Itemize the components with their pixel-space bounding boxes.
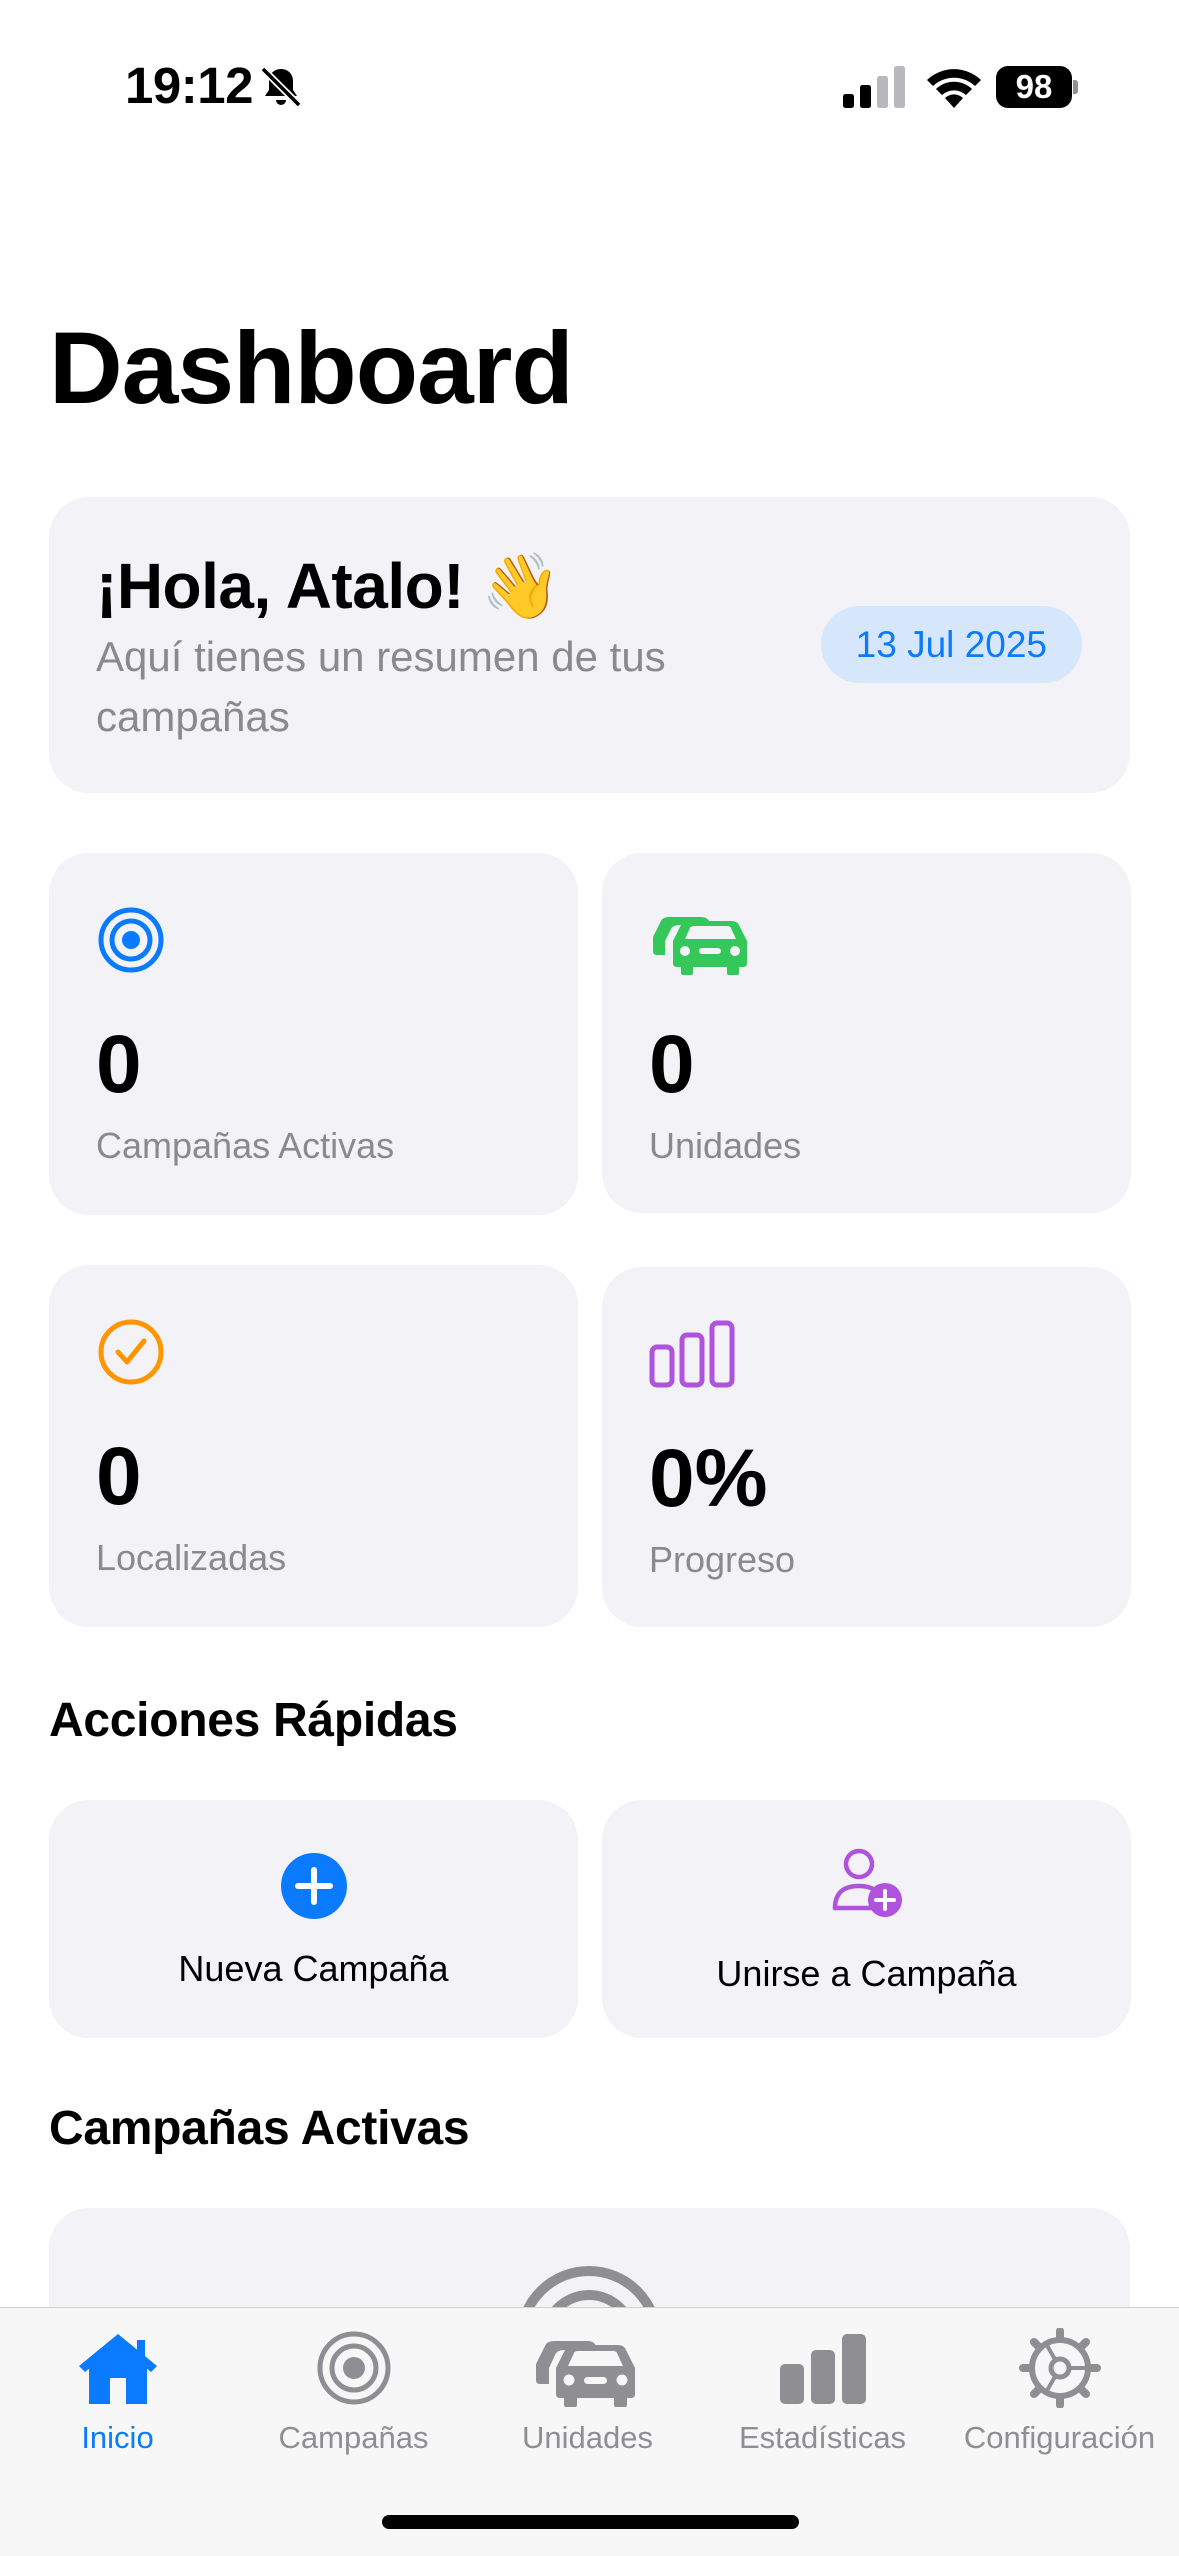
stat-value: 0: [649, 1019, 695, 1110]
tab-label: Configuración: [963, 2420, 1156, 2455]
stat-label: Progreso: [649, 1539, 796, 1580]
greeting-subtitle: Aquí tienes un resumen de tus campañas: [96, 633, 666, 740]
cars-icon: [535, 2341, 635, 2407]
bell-off-icon: [260, 66, 302, 108]
quick-actions-title: Acciones Rápidas: [49, 1694, 458, 1747]
date-badge: 13 Jul 2025: [820, 606, 1082, 683]
house-icon: [78, 2334, 157, 2404]
stat-card-progress[interactable]: 0% Progreso: [602, 1267, 1131, 1627]
tab-settings[interactable]: Configuración: [942, 2328, 1177, 2478]
greeting-title: ¡Hola, Atalo! 👋: [96, 550, 561, 622]
new-campaign-button[interactable]: Nueva Campaña: [49, 1800, 578, 2038]
home-indicator: [382, 2515, 799, 2529]
tab-label: Inicio: [81, 2420, 154, 2455]
cellular-signal-icon: [843, 66, 905, 108]
stat-card-active-campaigns[interactable]: 0 Campañas Activas: [49, 853, 578, 1215]
join-campaign-label: Unirse a Campaña: [716, 1953, 1017, 1994]
battery-icon: 98: [996, 66, 1078, 108]
checkmark-circle-icon: [98, 1319, 164, 1385]
target-icon: [317, 2331, 390, 2405]
join-campaign-button[interactable]: Unirse a Campaña: [602, 1800, 1131, 2038]
status-bar: 19:12 98: [0, 0, 1179, 150]
tab-units[interactable]: Unidades: [470, 2328, 705, 2478]
stat-value: 0%: [649, 1433, 768, 1524]
tab-label: Campañas: [278, 2420, 429, 2455]
target-icon: [98, 907, 164, 973]
tab-home[interactable]: Inicio: [0, 2328, 235, 2478]
new-campaign-label: Nueva Campaña: [178, 1948, 449, 1989]
greeting-card: ¡Hola, Atalo! 👋 Aquí tienes un resumen d…: [49, 497, 1130, 793]
cars-icon: [653, 917, 747, 975]
stat-value: 0: [96, 1431, 142, 1522]
wifi-icon: [927, 69, 981, 108]
bar-chart-icon: [649, 1320, 735, 1388]
active-campaigns-title: Campañas Activas: [49, 2102, 470, 2155]
tab-label: Unidades: [522, 2420, 653, 2455]
tab-label: Estadísticas: [738, 2420, 907, 2455]
person-add-icon: [832, 1848, 902, 1917]
stat-label: Unidades: [649, 1125, 802, 1166]
gear-icon: [1018, 2328, 1101, 2408]
status-time: 19:12: [125, 57, 253, 114]
tab-campaigns[interactable]: Campañas: [236, 2328, 471, 2478]
bar-chart-icon: [779, 2334, 866, 2404]
stat-card-located[interactable]: 0 Localizadas: [49, 1265, 578, 1627]
battery-level: 98: [996, 66, 1072, 108]
page-title: Dashboard: [49, 311, 574, 425]
stat-label: Localizadas: [96, 1537, 287, 1578]
stat-card-units[interactable]: 0 Unidades: [602, 853, 1131, 1213]
tab-statistics[interactable]: Estadísticas: [705, 2328, 940, 2478]
stat-label: Campañas Activas: [96, 1125, 395, 1166]
stat-value: 0: [96, 1019, 142, 1110]
plus-circle-icon: [280, 1853, 347, 1919]
